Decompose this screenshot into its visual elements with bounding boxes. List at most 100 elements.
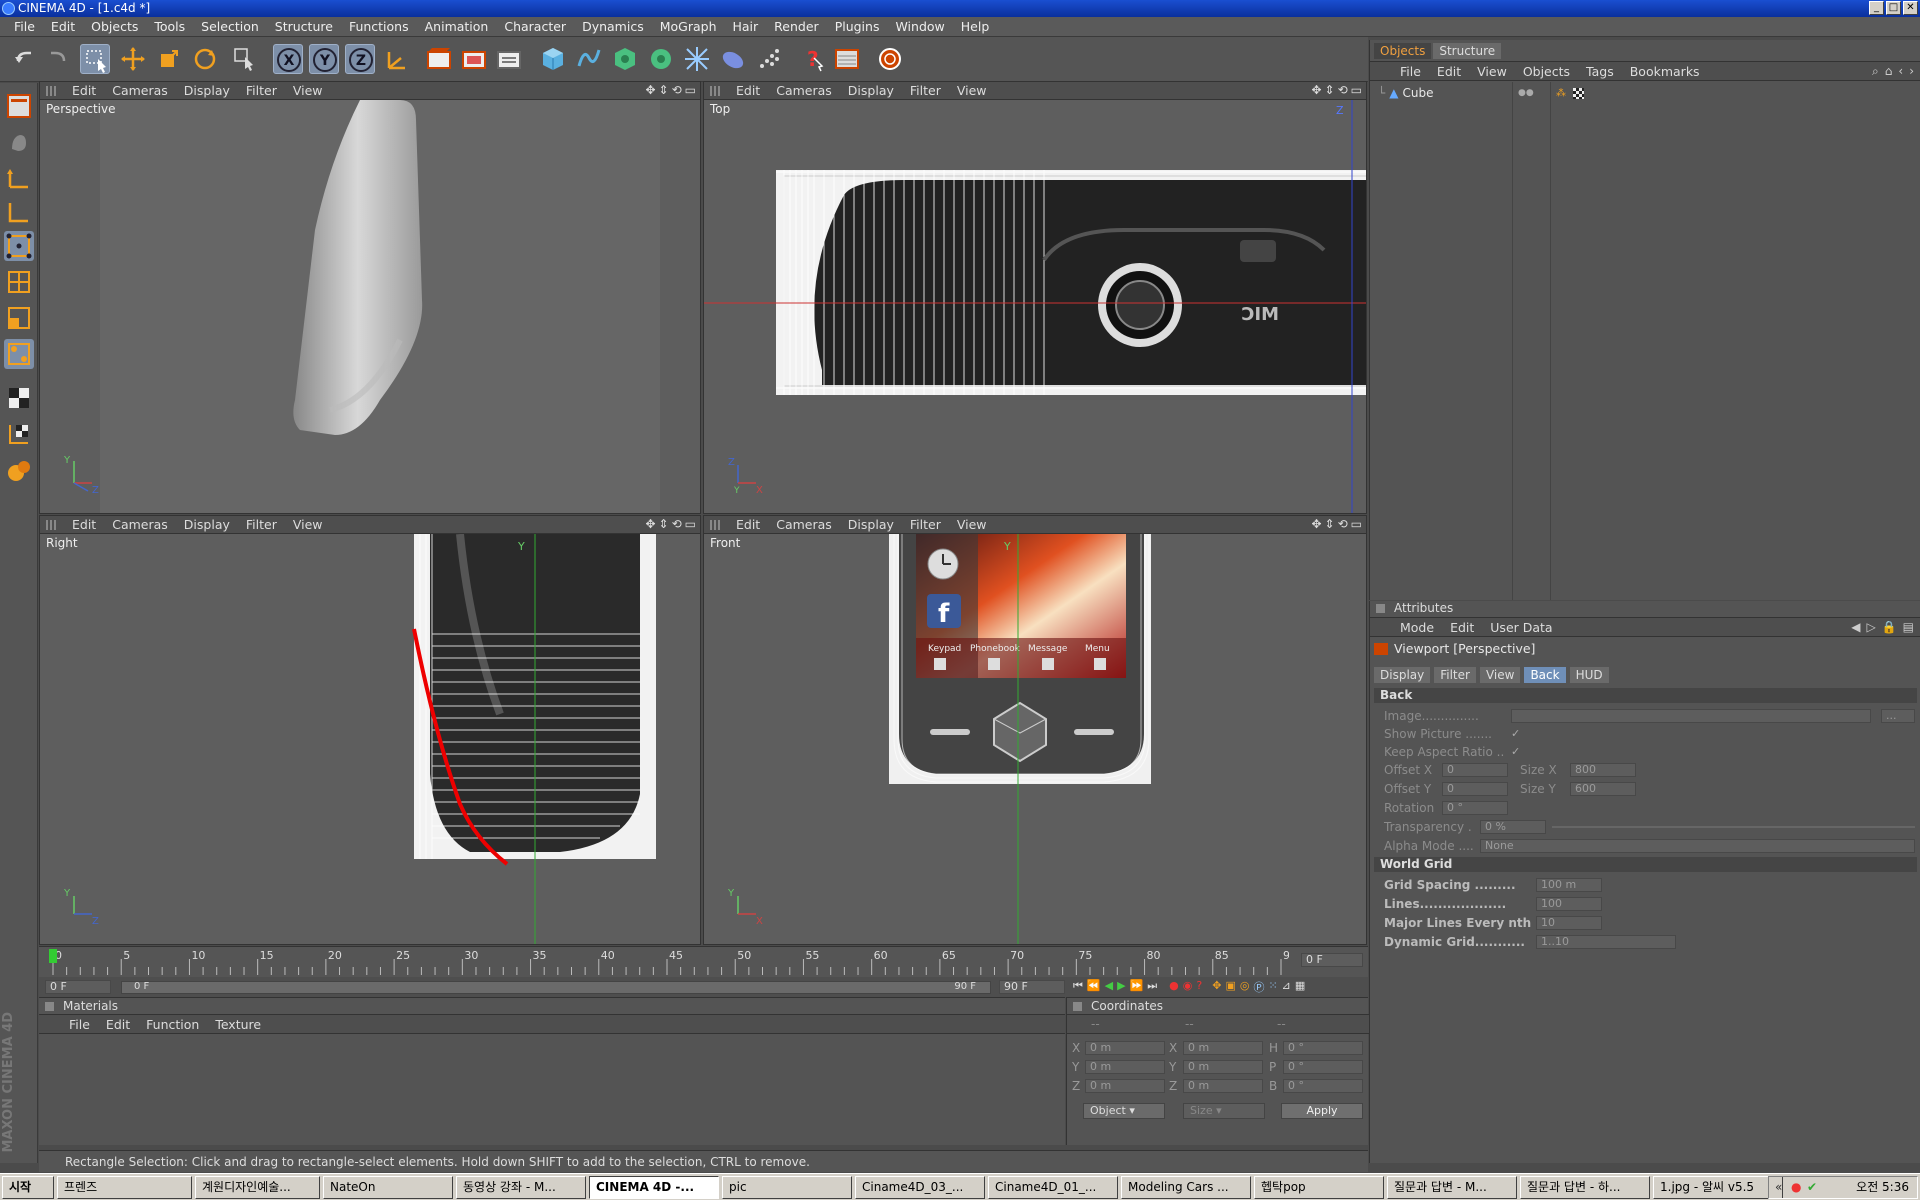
record-icon[interactable]: ● [1169, 979, 1179, 995]
vp-menu-cameras[interactable]: Cameras [768, 517, 840, 532]
orbit-icon[interactable]: ⟲ [1338, 517, 1348, 531]
current-frame-field[interactable]: 0 F [1301, 953, 1363, 967]
live-selection-icon[interactable] [230, 44, 260, 74]
x-axis-lock-icon[interactable]: X [273, 44, 303, 74]
home-icon[interactable]: ⌂ [1885, 64, 1893, 79]
taskbar-item[interactable]: NateOn [323, 1175, 453, 1199]
step-forward-icon[interactable]: ⏩ [1130, 979, 1144, 995]
taskbar-item[interactable]: 1.jpg - 알씨 v5.5 [1653, 1175, 1783, 1199]
end-frame-field[interactable]: 90 F [999, 980, 1065, 994]
vp-menu-view[interactable]: View [949, 83, 995, 98]
interpolation-icon[interactable]: ⊿ [1282, 979, 1291, 995]
browse-button[interactable]: ... [1881, 709, 1915, 723]
maximize-view-icon[interactable]: ▭ [1351, 517, 1362, 531]
scheme-icon[interactable]: ▦ [1295, 979, 1305, 995]
attr-menu-edit[interactable]: Edit [1442, 620, 1482, 635]
taskbar-item[interactable]: 프렌즈 [57, 1175, 192, 1199]
range-slider[interactable]: 0 F 90 F [121, 981, 991, 994]
menu-animation[interactable]: Animation [417, 19, 497, 34]
mat-menu-function[interactable]: Function [138, 1017, 207, 1032]
rectangle-selection-icon[interactable] [80, 44, 110, 74]
menu-edit[interactable]: Edit [43, 19, 83, 34]
object-axis-icon[interactable] [4, 163, 34, 193]
menu-file[interactable]: File [6, 19, 43, 34]
om-menu-bookmarks[interactable]: Bookmarks [1622, 64, 1708, 79]
viewport-grip-icon[interactable] [46, 86, 56, 96]
om-menu-edit[interactable]: Edit [1429, 64, 1469, 79]
undo-icon[interactable] [10, 44, 40, 74]
attr-menu-user-data[interactable]: User Data [1482, 620, 1560, 635]
menu-dynamics[interactable]: Dynamics [574, 19, 652, 34]
size-y-coord-field[interactable]: 0 m [1183, 1060, 1263, 1074]
menu-help[interactable]: Help [953, 19, 998, 34]
tab-hud[interactable]: HUD [1569, 667, 1609, 683]
lock-icon[interactable]: 🔒 [1882, 620, 1897, 634]
taskbar-item[interactable]: 질문과 답변 - 하... [1520, 1175, 1650, 1199]
polygons-mode-icon[interactable] [4, 303, 34, 333]
playhead[interactable] [49, 949, 57, 963]
scale-icon[interactable] [154, 44, 184, 74]
dynamic-grid-select[interactable]: 1..10 [1536, 935, 1676, 949]
maximize-view-icon[interactable]: ▭ [685, 517, 696, 531]
timeline-icon[interactable] [832, 44, 862, 74]
particles-icon[interactable] [754, 44, 784, 74]
lines-field[interactable]: 100 [1536, 897, 1602, 911]
visibility-dots-icon[interactable]: ●● [1518, 88, 1534, 98]
section-back[interactable]: Back [1374, 688, 1917, 703]
nurbs-icon[interactable] [610, 44, 640, 74]
rotate-icon[interactable] [190, 44, 220, 74]
key-pla-icon[interactable]: ⁙ [1268, 979, 1277, 995]
pos-y-field[interactable]: 0 m [1085, 1060, 1165, 1074]
spline-icon[interactable] [574, 44, 604, 74]
dolly-icon[interactable]: ⇕ [1325, 83, 1335, 97]
pos-x-field[interactable]: 0 m [1085, 1041, 1165, 1055]
om-menu-tags[interactable]: Tags [1578, 64, 1622, 79]
vp-menu-view[interactable]: View [949, 517, 995, 532]
taskbar-item[interactable]: pic [722, 1175, 852, 1199]
tray-app-icon[interactable]: ● [1791, 1177, 1801, 1198]
tab-display[interactable]: Display [1374, 667, 1431, 683]
vp-menu-edit[interactable]: Edit [728, 83, 768, 98]
front-canvas[interactable]: f Keypad Phonebook Message Menu Y YX [704, 534, 1366, 944]
orbit-icon[interactable]: ⟲ [672, 517, 682, 531]
om-menu-objects[interactable]: Objects [1515, 64, 1578, 79]
apply-button[interactable]: Apply [1281, 1103, 1363, 1119]
points-mode-icon[interactable] [4, 231, 34, 261]
maximize-view-icon[interactable]: ▭ [1351, 83, 1362, 97]
tab-view[interactable]: View [1479, 667, 1521, 683]
orbit-icon[interactable]: ⟲ [672, 83, 682, 97]
cinema4d-app-icon[interactable] [2, 2, 15, 15]
deformer-icon[interactable] [682, 44, 712, 74]
forward-arrow-icon[interactable]: ▷ [1866, 620, 1875, 634]
size-y-field[interactable]: 600 [1570, 782, 1636, 796]
list-item[interactable]: └ ▲ Cube ●● ⁂ [1370, 84, 1920, 102]
menu-plugins[interactable]: Plugins [827, 19, 888, 34]
rot-b-field[interactable]: 0 ° [1283, 1079, 1363, 1093]
texture-mode-icon[interactable] [4, 419, 34, 449]
array-modeling-icon[interactable] [646, 44, 676, 74]
mat-menu-edit[interactable]: Edit [98, 1017, 138, 1032]
frame-ruler[interactable]: 051015202530354045505560657075808590 [49, 949, 1289, 975]
vp-menu-display[interactable]: Display [840, 83, 902, 98]
rot-p-field[interactable]: 0 ° [1283, 1060, 1363, 1074]
cube-primitive-icon[interactable] [538, 44, 568, 74]
dolly-icon[interactable]: ⇕ [1325, 517, 1335, 531]
vp-menu-filter[interactable]: Filter [902, 83, 949, 98]
maximize-view-icon[interactable]: ▭ [685, 83, 696, 97]
coord-mode-select[interactable]: Object ▾ [1083, 1103, 1165, 1119]
taskbar-item[interactable]: Ciname4D_03_... [855, 1175, 985, 1199]
texture-tag-icon[interactable] [1573, 87, 1584, 99]
vp-menu-view[interactable]: View [285, 517, 331, 532]
tab-back[interactable]: Back [1524, 667, 1566, 683]
menu-window[interactable]: Window [887, 19, 952, 34]
back-arrow-icon[interactable]: ◀ [1851, 620, 1860, 634]
viewport-grip-icon[interactable] [710, 520, 720, 530]
major-lines-field[interactable]: 10 [1536, 916, 1602, 930]
tab-filter[interactable]: Filter [1434, 667, 1476, 683]
y-axis-lock-icon[interactable]: Y [309, 44, 339, 74]
render-settings-icon[interactable] [494, 44, 524, 74]
vp-menu-filter[interactable]: Filter [238, 517, 285, 532]
start-button[interactable]: 시작 [2, 1175, 54, 1199]
mat-menu-texture[interactable]: Texture [207, 1017, 269, 1032]
help-icon[interactable]: ? [796, 44, 826, 74]
